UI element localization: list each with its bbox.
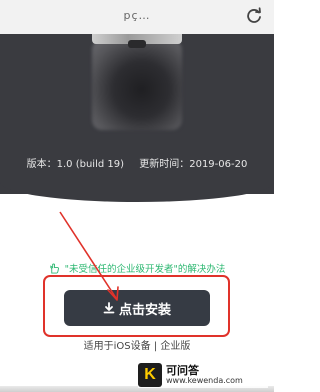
app-icon-knob (128, 40, 146, 48)
reload-icon[interactable] (244, 6, 264, 26)
trust-link-text: "未受信任的企业级开发者"的解决办法 (64, 264, 226, 275)
untrusted-developer-help-link[interactable]: "未受信任的企业级开发者"的解决办法 (0, 261, 274, 275)
updated-label: 更新时间：2019-06-20 (139, 159, 248, 170)
version-label: 版本：1.0 (build 19) (26, 159, 125, 170)
annotation-highlight-box (43, 275, 230, 337)
app-header-curve (0, 182, 274, 202)
watermark-logo: K (138, 363, 162, 387)
watermark-logo-letter: K (144, 366, 156, 383)
watermark-url: www.kewenda.com (166, 375, 243, 385)
pointing-hand-icon (49, 263, 59, 274)
address-text: pç… (123, 9, 151, 22)
app-meta: 版本：1.0 (build 19) 更新时间：2019-06-20 (0, 155, 274, 170)
watermark-name: 可问答 (166, 364, 199, 378)
watermark: K 可问答 www.kewenda.com (138, 362, 268, 388)
platform-note: 适用于iOS设备 | 企业版 (83, 341, 191, 352)
app-icon (92, 40, 182, 130)
watermark-text: 可问答 www.kewenda.com (166, 365, 243, 385)
browser-address-bar[interactable]: pç… (0, 0, 274, 35)
